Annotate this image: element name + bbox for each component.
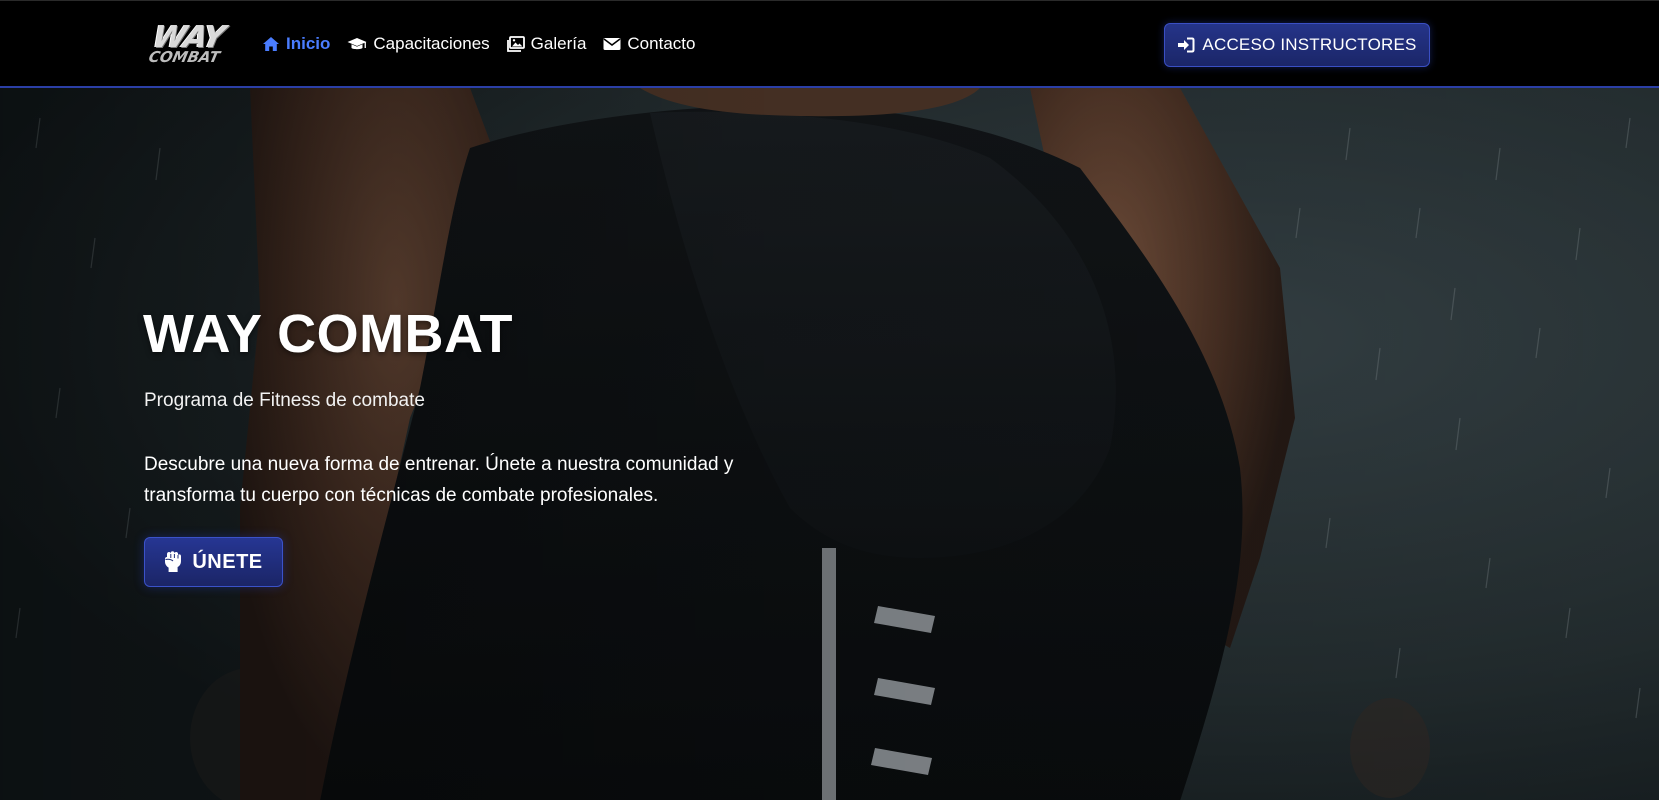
- nav-item-label: Contacto: [627, 34, 696, 53]
- nav-item-capacitaciones[interactable]: Capacitaciones: [347, 34, 490, 54]
- nav-item-label: Capacitaciones: [373, 34, 490, 53]
- instructor-access-label: ACCESO INSTRUCTORES: [1202, 35, 1417, 54]
- hero-subtitle: Programa de Fitness de combate: [144, 390, 425, 411]
- nav-item-galeria[interactable]: Galería: [506, 34, 587, 54]
- fist-icon: [165, 551, 182, 572]
- join-button-label: ÚNETE: [192, 550, 263, 573]
- logo-text-combat: COMBAT: [147, 47, 222, 66]
- hero-overlay: [0, 88, 1659, 801]
- envelope-icon: [603, 38, 621, 50]
- sign-in-icon: [1178, 37, 1195, 53]
- images-icon: [506, 36, 525, 52]
- instructor-access-button[interactable]: ACCESO INSTRUCTORES: [1164, 23, 1430, 67]
- navbar: WAY COMBAT Inicio Capacitaciones Galería…: [0, 0, 1659, 88]
- hero-section: WAY COMBAT Programa de Fitness de combat…: [0, 88, 1659, 801]
- nav-item-contacto[interactable]: Contacto: [603, 34, 695, 54]
- home-icon: [263, 37, 279, 51]
- hero-title: WAY COMBAT: [143, 304, 514, 364]
- nav-item-inicio[interactable]: Inicio: [262, 34, 330, 54]
- hero-description: Descubre una nueva forma de entrenar. Ún…: [144, 454, 734, 506]
- main-nav: Inicio Capacitaciones Galería Contacto: [262, 31, 695, 57]
- graduation-cap-icon: [347, 38, 367, 50]
- nav-item-label: Galería: [530, 34, 587, 53]
- nav-item-label: Inicio: [286, 34, 331, 53]
- join-button[interactable]: ÚNETE: [144, 537, 283, 587]
- brand-logo[interactable]: WAY COMBAT: [145, 18, 228, 70]
